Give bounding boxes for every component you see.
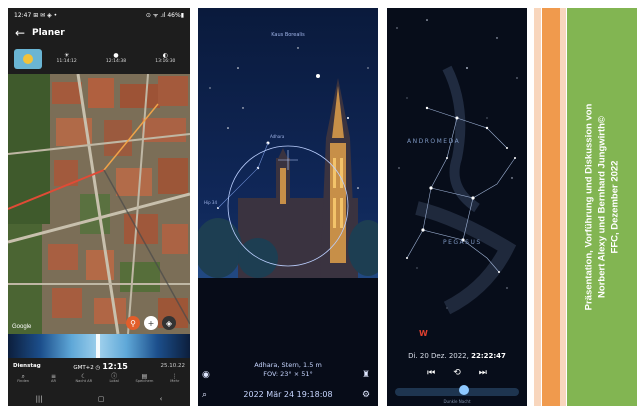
sunset-label: 13:16:30: [155, 59, 176, 64]
add-pin-button[interactable]: +: [144, 316, 158, 330]
nav-save[interactable]: ▤ Speichern: [129, 374, 159, 392]
darkness-slider[interactable]: [395, 388, 519, 396]
nav-label: Nacht AR: [75, 379, 93, 383]
layers-icon: ◈: [165, 318, 173, 328]
reset-time-icon[interactable]: ⟲: [453, 368, 461, 378]
nav-find[interactable]: ⌕ Finden: [8, 374, 38, 392]
sky-datetime[interactable]: Di. 20 Dez. 2022, 22:22:47: [387, 352, 527, 360]
nav-local[interactable]: ⓘ Lokal: [99, 374, 129, 392]
sky-time: 22:22:47: [471, 352, 506, 360]
clock-icon: ◷: [95, 364, 101, 371]
nav-label: Lokal: [109, 379, 119, 383]
bottom-nav: ⌕ Finden ≡ AR ☾ Nacht AR ⓘ Lokal ▤ Speichern …: [8, 374, 190, 392]
status-time: 12:47: [14, 11, 32, 19]
home-icon[interactable]: ▢: [98, 395, 105, 403]
sunrise-label: 11:14:12: [56, 59, 77, 64]
light-stripe: [534, 8, 541, 406]
ar-sky-screenshot: Kaus Borealis Adhara Hip 34 Adhara, Ster…: [198, 8, 378, 406]
recents-icon[interactable]: |||: [36, 395, 43, 403]
constellation-icon[interactable]: ♜: [362, 370, 370, 380]
credits-panel: Präsentation, Vorführung und Diskussion …: [567, 8, 637, 406]
light-stripe: [560, 8, 566, 406]
selected-object-info: Adhara, Stern, 1.5 m FOV: 23° × 51°: [198, 361, 378, 379]
credits-line-2: Norbert Alexy und Bernhard Jungwirth©: [596, 116, 608, 298]
nav-label: AR: [51, 379, 56, 383]
nav-night-ar[interactable]: ☾ Nacht AR: [69, 374, 99, 392]
page-title: Planer: [32, 28, 65, 38]
credits-line-3: FFC, Dezember 2022: [609, 160, 621, 254]
arrow-back-icon[interactable]: ←: [8, 26, 32, 40]
object-name: Adhara, Stern, 1.5 m: [254, 361, 322, 369]
rewind-icon[interactable]: ⏮: [427, 368, 435, 378]
credits-line-1: Präsentation, Vorführung und Diskussion …: [583, 103, 595, 311]
back-icon[interactable]: ‹: [160, 395, 163, 403]
nav-label: Speichern: [135, 379, 154, 383]
satellite-map[interactable]: Google: [8, 74, 190, 334]
top-star-label: Kaus Borealis: [271, 32, 305, 38]
orange-stripe: [542, 8, 560, 406]
weather-button[interactable]: [14, 49, 42, 69]
time-slider-handle[interactable]: [96, 334, 100, 358]
nav-more[interactable]: ⋮ Mehr: [160, 374, 190, 392]
weekday-label: Dienstag: [13, 363, 41, 369]
eye-icon[interactable]: ◉: [202, 370, 210, 380]
sun-times-row: ☀ 11:14:12 ● 12:14:38 ◐ 13:16:30: [8, 44, 190, 74]
sun-icon: [23, 54, 33, 64]
location-pin-button[interactable]: ⚲: [126, 316, 140, 330]
current-time[interactable]: 12:15: [102, 362, 127, 371]
layers-button[interactable]: ◈: [162, 316, 176, 330]
planer-header: ← Planer: [8, 22, 190, 44]
planer-screenshot: 12:47 ⊞ ✉ ◈ • ⊙ ᯤ .ıl 46%▮ ← Planer ☀ 11:…: [8, 8, 190, 406]
ar-sky-view[interactable]: Kaus Borealis Adhara Hip 34: [198, 8, 378, 406]
status-icons-right: ⊙ ᯤ .ıl 46%▮: [145, 12, 184, 19]
day-row: Dienstag GMT+2 ◷ 12:15 25.10.22: [8, 358, 190, 374]
sky-date-prefix: Di. 20 Dez. 2022,: [408, 352, 469, 360]
time-slider[interactable]: [8, 334, 190, 358]
star-label: Hip 34: [204, 200, 217, 205]
location-pin-icon: ⚲: [130, 318, 136, 328]
noon-label: 12:14:38: [105, 59, 127, 64]
sunset-time[interactable]: ◐ 13:16:30: [141, 53, 190, 65]
darkness-slider-label: Dunkle Nacht: [443, 399, 471, 404]
sunrise-time[interactable]: ☀ 11:14:12: [42, 53, 91, 65]
stellarium-screenshot: ANDROMEDA PEGASUS W Di. 20 Dez. 2022, 22…: [387, 8, 527, 406]
compass-west: W: [419, 329, 428, 338]
timezone-label: GMT+2: [73, 364, 94, 371]
constellation-label: ANDROMEDA: [407, 138, 460, 145]
darkness-slider-knob[interactable]: [459, 385, 469, 395]
map-watermark: Google: [12, 324, 32, 330]
status-bar: 12:47 ⊞ ✉ ◈ • ⊙ ᯤ .ıl 46%▮: [8, 8, 190, 22]
current-date[interactable]: 25.10.22: [161, 363, 186, 369]
system-nav-bar: ||| ▢ ‹: [8, 392, 190, 406]
night-sky-view[interactable]: ANDROMEDA PEGASUS W: [387, 8, 527, 348]
sky-date[interactable]: 2022 Mär 24 19:18:08: [198, 390, 378, 399]
gear-icon[interactable]: ⚙: [362, 390, 370, 400]
fov-readout: FOV: 23° × 51°: [263, 370, 313, 378]
plus-icon: +: [147, 318, 155, 328]
nav-label: Finden: [17, 379, 30, 383]
credits-text: Präsentation, Vorführung und Diskussion …: [583, 17, 622, 397]
status-icons-left: ⊞ ✉ ◈ •: [33, 11, 58, 19]
nav-ar[interactable]: ≡ AR: [38, 374, 68, 392]
star-label: Adhara: [270, 134, 285, 139]
constellation-label: PEGASUS: [443, 239, 482, 246]
noon-time[interactable]: ● 12:14:38: [91, 53, 140, 65]
time-controls: ⏮ ⟲ ⏭: [387, 364, 527, 382]
nav-label: Mehr: [170, 379, 180, 383]
forward-icon[interactable]: ⏭: [479, 368, 487, 378]
